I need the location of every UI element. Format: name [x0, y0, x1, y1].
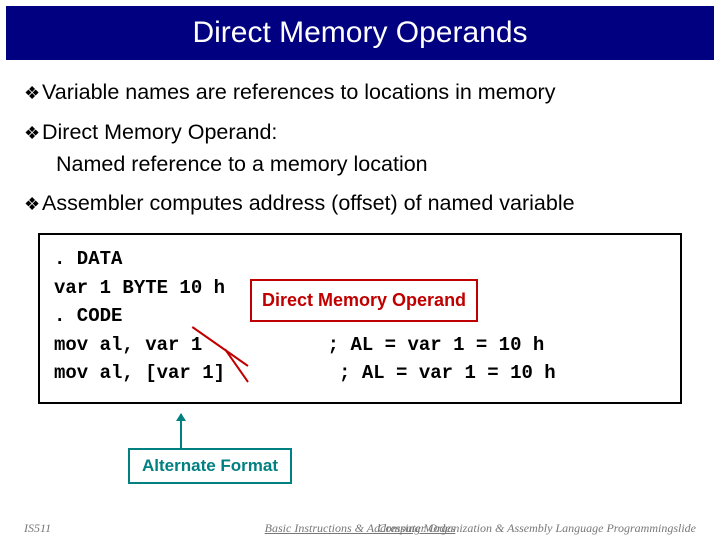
diamond-icon: ❖ — [24, 191, 42, 217]
arrow-up-icon — [180, 414, 182, 448]
diamond-icon: ❖ — [24, 80, 42, 106]
bullet-2-sub: Named reference to a memory location — [56, 152, 696, 177]
bullet-1: ❖ Variable names are references to locat… — [24, 80, 696, 106]
code-line-5: mov al, [var 1] ; AL = var 1 = 10 h — [54, 359, 666, 388]
bullet-1-text: Variable names are references to locatio… — [42, 80, 555, 105]
direct-memory-operand-label: Direct Memory Operand — [250, 279, 478, 322]
bullet-2-text: Direct Memory Operand: — [42, 120, 277, 145]
footer-right: Computer Organization & Assembly Languag… — [377, 521, 696, 536]
title-bar: Direct Memory Operands — [6, 6, 714, 60]
bullet-3-text: Assembler computes address (offset) of n… — [42, 191, 575, 216]
bullet-3: ❖ Assembler computes address (offset) of… — [24, 191, 696, 217]
code-line-1: . DATA — [54, 245, 666, 274]
code-line-4: mov al, var 1 ; AL = var 1 = 10 h — [54, 331, 666, 360]
diamond-icon: ❖ — [24, 120, 42, 146]
bullet-2: ❖ Direct Memory Operand: — [24, 120, 696, 146]
code-box: . DATA var 1 BYTE 10 h . CODE mov al, va… — [38, 233, 682, 404]
content-area: ❖ Variable names are references to locat… — [0, 60, 720, 404]
alternate-format-label: Alternate Format — [128, 448, 292, 484]
slide-title: Direct Memory Operands — [192, 16, 527, 50]
